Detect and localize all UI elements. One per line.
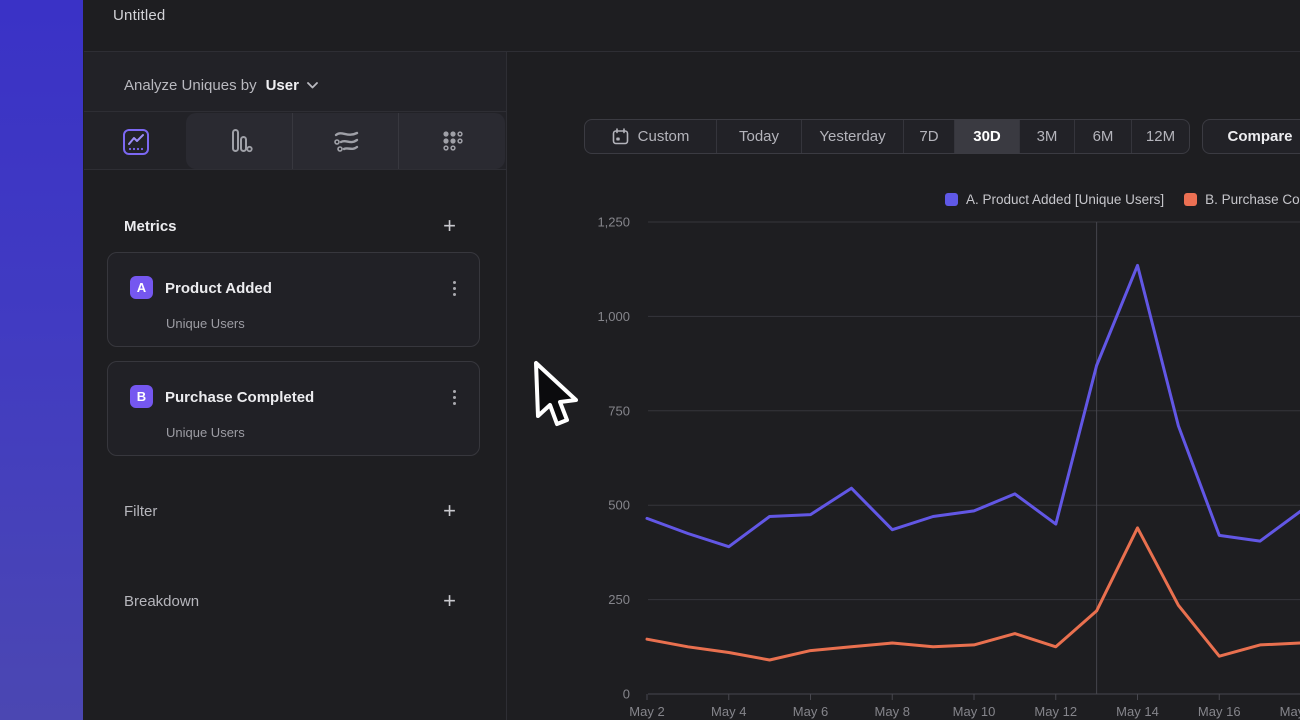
date-range-group: CustomTodayYesterday7D30D3M6M12M	[584, 119, 1190, 154]
x-axis-label: May 2	[629, 704, 664, 719]
x-axis-label: May 6	[793, 704, 828, 719]
y-axis-label: 500	[608, 498, 630, 513]
sidebar-divider	[506, 52, 507, 720]
filter-heading: Filter	[124, 503, 157, 520]
chevron-down-icon	[307, 82, 318, 89]
range-button-yesterday[interactable]: Yesterday	[801, 120, 903, 153]
metric-event-name: Purchase Completed	[165, 389, 314, 406]
legend-label: B. Purchase Completed [Unique Users]	[1205, 192, 1300, 207]
left-accent-strip	[0, 0, 83, 720]
line-chart-icon	[122, 128, 150, 156]
y-axis-label: 250	[608, 592, 630, 607]
range-button-today[interactable]: Today	[716, 120, 801, 153]
y-axis-label: 0	[623, 687, 630, 702]
add-filter-button[interactable]: +	[441, 501, 458, 521]
chart-type-tabs-group	[186, 113, 505, 169]
analyze-divider	[84, 111, 506, 112]
metric-card[interactable]: A Product Added Unique Users	[107, 252, 480, 347]
x-axis-label: May 10	[953, 704, 996, 719]
metric-card[interactable]: B Purchase Completed Unique Users	[107, 361, 480, 456]
filter-section-head: Filter +	[124, 501, 458, 521]
legend-label: A. Product Added [Unique Users]	[966, 192, 1164, 207]
x-axis-label: May 18	[1280, 704, 1300, 719]
legend-swatch	[945, 193, 958, 206]
metric-badge: B	[130, 385, 153, 408]
analyze-row: Analyze Uniques by User	[124, 75, 318, 95]
series-line	[647, 528, 1300, 660]
y-axis-label: 1,000	[597, 309, 630, 324]
tab-flows[interactable]	[292, 113, 399, 169]
tab-retention-grid[interactable]	[398, 113, 505, 169]
legend-item[interactable]: A. Product Added [Unique Users]	[945, 192, 1164, 207]
calendar-icon	[612, 128, 629, 145]
x-axis-label: May 16	[1198, 704, 1241, 719]
series-line	[647, 265, 1300, 546]
compare-button[interactable]: Compare	[1202, 119, 1300, 154]
legend-swatch	[1184, 193, 1197, 206]
metric-badge: A	[130, 276, 153, 299]
metric-measure: Unique Users	[166, 425, 245, 440]
chart-legend: A. Product Added [Unique Users] B. Purcha…	[945, 192, 1300, 207]
y-axis-label: 750	[608, 403, 630, 418]
legend-item[interactable]: B. Purchase Completed [Unique Users]	[1184, 192, 1300, 207]
x-axis-label: May 4	[711, 704, 746, 719]
x-axis-label: May 8	[875, 704, 910, 719]
add-metric-button[interactable]: +	[441, 216, 458, 236]
x-axis-label: May 12	[1034, 704, 1077, 719]
range-button-6m[interactable]: 6M	[1074, 120, 1131, 153]
range-button-12m[interactable]: 12M	[1131, 120, 1189, 153]
metric-menu-kebab-icon[interactable]	[445, 277, 463, 299]
breakdown-heading: Breakdown	[124, 593, 199, 610]
range-button-custom[interactable]: Custom	[585, 120, 716, 153]
x-axis-label: May 14	[1116, 704, 1159, 719]
mouse-cursor	[532, 360, 592, 444]
retention-grid-icon	[438, 127, 466, 155]
range-button-7d[interactable]: 7D	[903, 120, 954, 153]
range-button-3m[interactable]: 3M	[1019, 120, 1074, 153]
analyze-value: User	[266, 77, 299, 94]
analyze-by-dropdown[interactable]: User	[266, 77, 318, 94]
add-breakdown-button[interactable]: +	[441, 591, 458, 611]
report-title[interactable]: Untitled	[113, 7, 165, 24]
metric-event-name: Product Added	[165, 280, 272, 297]
tab-bar-chart[interactable]	[186, 113, 292, 169]
flows-icon	[331, 126, 361, 156]
metric-menu-kebab-icon[interactable]	[445, 386, 463, 408]
tabs-divider	[84, 169, 506, 170]
breakdown-section-head: Breakdown +	[124, 591, 458, 611]
metrics-section-head: Metrics +	[124, 216, 458, 236]
metric-measure: Unique Users	[166, 316, 245, 331]
analyze-label: Analyze Uniques by	[124, 77, 257, 94]
app-root: Untitled Analyze Uniques by User	[0, 0, 1300, 720]
metrics-heading: Metrics	[124, 218, 177, 235]
tab-line-chart[interactable]	[119, 125, 153, 159]
bar-chart-icon	[224, 126, 254, 156]
range-button-30d[interactable]: 30D	[954, 120, 1019, 153]
y-axis-label: 1,250	[597, 215, 630, 230]
